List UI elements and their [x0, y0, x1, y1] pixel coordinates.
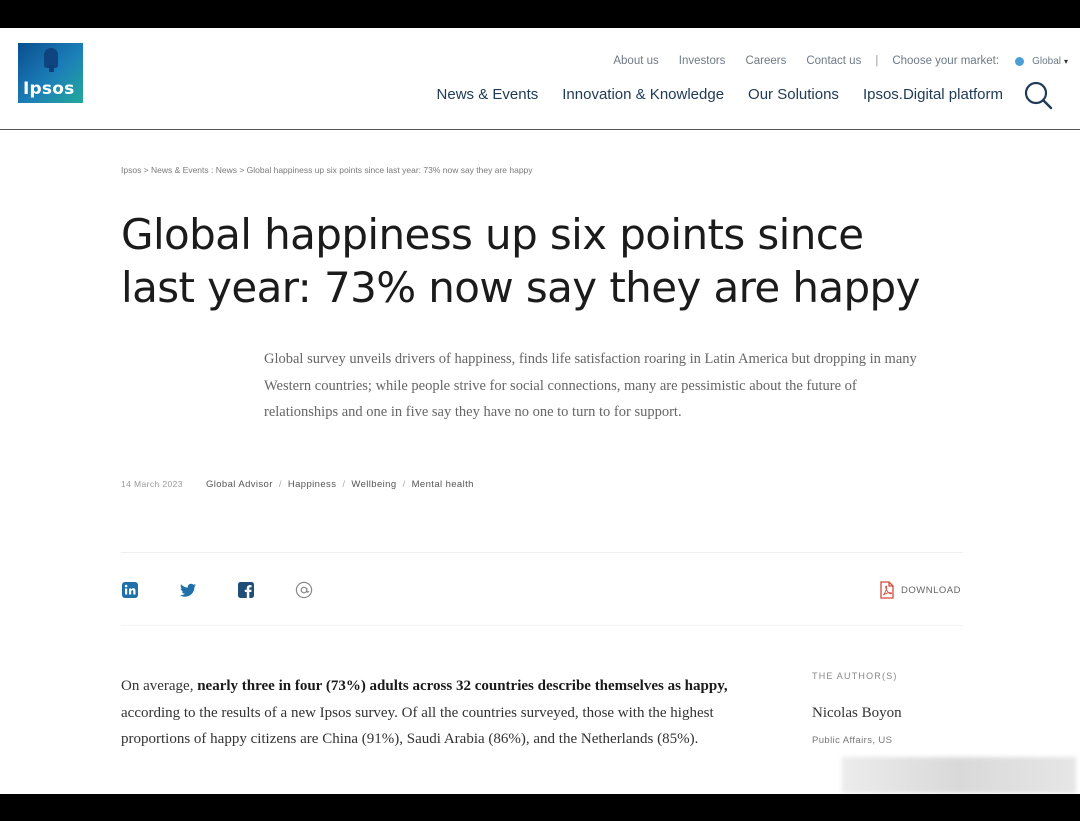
utility-nav: About us Investors Careers Contact us | …: [603, 52, 1068, 70]
breadcrumb[interactable]: Ipsos > News & Events : News > Global ha…: [121, 165, 533, 175]
bottom-black-bar: [0, 794, 1080, 821]
logo-mark-stem: [49, 65, 54, 72]
nav-innovation-knowledge[interactable]: Innovation & Knowledge: [562, 86, 724, 103]
tag-happiness[interactable]: Happiness: [288, 479, 337, 490]
tag-separator: /: [342, 479, 346, 490]
pdf-icon: [880, 581, 894, 599]
tag-separator: /: [278, 479, 282, 490]
utility-link-about[interactable]: About us: [613, 55, 658, 67]
nav-our-solutions[interactable]: Our Solutions: [748, 86, 839, 103]
utility-link-contact[interactable]: Contact us: [806, 55, 861, 67]
linkedin-icon[interactable]: [121, 581, 139, 599]
market-selector[interactable]: Global: [1032, 56, 1061, 67]
share-divider-bottom: [121, 625, 963, 626]
ipsos-logo[interactable]: Ipsos: [18, 43, 83, 103]
main-nav: News & Events Innovation & Knowledge Our…: [437, 86, 1003, 103]
authors-label: THE AUTHOR(S): [812, 671, 898, 681]
facebook-icon[interactable]: [237, 581, 255, 599]
email-icon[interactable]: [295, 581, 313, 599]
utility-link-investors[interactable]: Investors: [679, 55, 726, 67]
tag-mental-health[interactable]: Mental health: [412, 479, 474, 490]
choose-market-link[interactable]: Choose your market:: [892, 55, 999, 67]
article-body: On average, nearly three in four (73%) a…: [121, 673, 741, 753]
top-black-bar: [0, 0, 1080, 28]
tag-separator: /: [402, 479, 406, 490]
download-button[interactable]: DOWNLOAD: [879, 581, 961, 599]
page-title: Global happiness up six points since las…: [121, 210, 920, 312]
publish-date: 14 March 2023: [121, 479, 183, 489]
nav-news-events[interactable]: News & Events: [437, 86, 539, 103]
article-summary: Global survey unveils drivers of happine…: [264, 351, 917, 420]
body-rest: according to the results of a new Ipsos …: [121, 704, 714, 748]
tag-global-advisor[interactable]: Global Advisor: [206, 479, 273, 490]
author-role: Public Affairs, US: [812, 735, 893, 746]
share-divider-top: [121, 552, 963, 553]
utility-link-careers[interactable]: Careers: [745, 55, 786, 67]
header-divider: [0, 129, 1080, 130]
body-lead: On average,: [121, 678, 198, 694]
globe-icon[interactable]: [1015, 56, 1025, 66]
nav-ipsos-digital[interactable]: Ipsos.Digital platform: [863, 86, 1003, 103]
twitter-icon[interactable]: [179, 581, 197, 599]
logo-text: Ipsos: [23, 79, 75, 99]
utility-separator: |: [875, 55, 879, 67]
download-label: DOWNLOAD: [901, 584, 961, 596]
tag-wellbeing[interactable]: Wellbeing: [351, 479, 396, 490]
article-meta: 14 March 2023 Global Advisor / Happiness / W…: [121, 479, 474, 490]
search-icon[interactable]: [1023, 80, 1053, 110]
chevron-down-icon[interactable]: ▾: [1064, 57, 1068, 66]
author-name[interactable]: Nicolas Boyon: [812, 705, 902, 722]
body-highlight: nearly three in four (73%) adults across…: [197, 678, 728, 694]
blurred-overlay: [842, 757, 1076, 793]
